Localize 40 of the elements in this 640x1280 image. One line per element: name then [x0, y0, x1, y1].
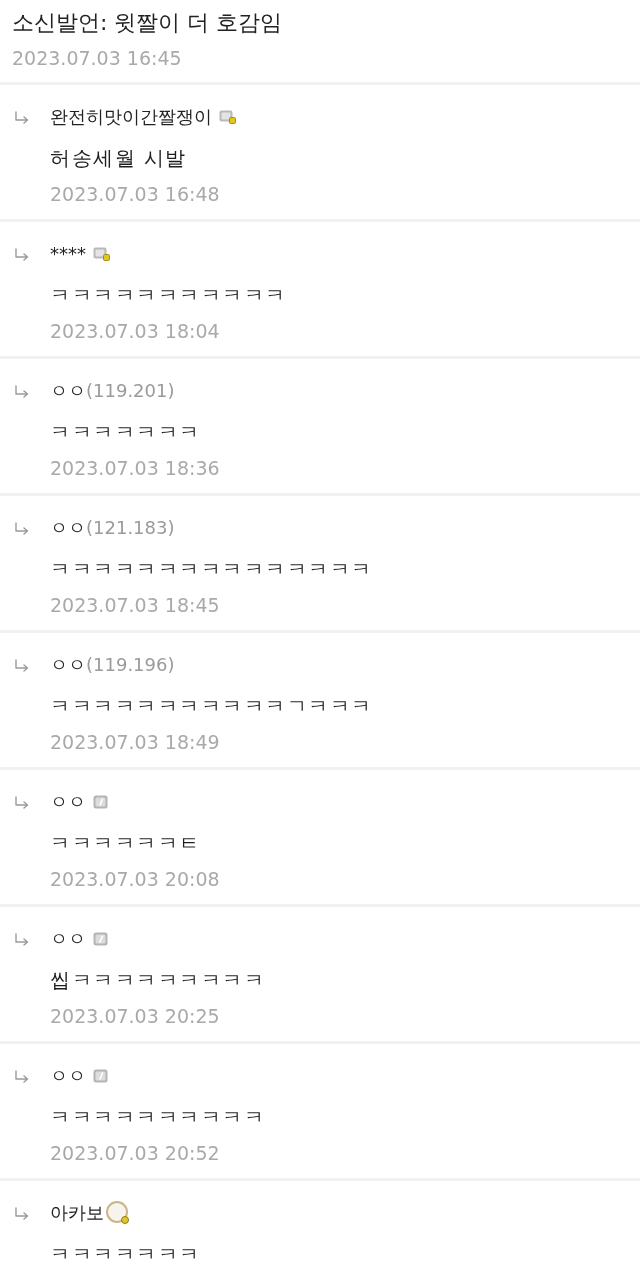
comment-nickname[interactable]: 아카보: [50, 1201, 104, 1225]
comment-date: 2023.07.03 20:08: [50, 867, 220, 891]
comment-nickname[interactable]: ㅇㅇ: [50, 379, 86, 403]
reply-arrow-icon: [14, 933, 30, 947]
post-title: 소신발언: 윗짤이 더 호감임: [12, 9, 283, 37]
reply-arrow-icon: [14, 522, 30, 536]
comment-date: 2023.07.03 20:52: [50, 1141, 220, 1165]
reply-arrow-icon: [14, 1070, 30, 1084]
comment-ip: (119.201): [86, 379, 175, 403]
comment-text: 씹ㅋㅋㅋㅋㅋㅋㅋㅋㅋ: [50, 967, 265, 993]
comment-nickname[interactable]: 완전히맛이간짤쟁이: [50, 105, 212, 129]
comment-text: ㅋㅋㅋㅋㅋㅋㅋ: [50, 1241, 201, 1267]
comment-date: 2023.07.03 20:25: [50, 1004, 220, 1028]
comment-nickname[interactable]: ㅇㅇ: [50, 653, 86, 677]
comment-date: 2023.07.03 18:04: [50, 319, 220, 343]
post-date: 2023.07.03 16:45: [12, 46, 182, 70]
comment-text: ㅋㅋㅋㅋㅋㅋㅋ: [50, 419, 201, 445]
comment-text: 허송세월 시발: [50, 145, 187, 171]
comment-text: ㅋㅋㅋㅋㅋㅋㅋㅋㅋㅋ: [50, 1104, 265, 1130]
comment-nickname[interactable]: ****: [50, 242, 86, 266]
comment-date: 2023.07.03 18:36: [50, 456, 220, 480]
comment-ip: (121.183): [86, 516, 175, 540]
comment-text: ㅋㅋㅋㅋㅋㅋㅋㅋㅋㅋㅋ: [50, 282, 287, 308]
reply-arrow-icon: [14, 659, 30, 673]
comment-date: 2023.07.03 18:49: [50, 730, 220, 754]
comment-text: ㅋㅋㅋㅋㅋㅋㅋㅋㅋㅋㅋㄱㅋㅋㅋ: [50, 693, 373, 719]
comment-text: ㅋㅋㅋㅋㅋㅋㅋㅋㅋㅋㅋㅋㅋㅋㅋ: [50, 556, 373, 582]
reply-arrow-icon: [14, 385, 30, 399]
reply-arrow-icon: [14, 248, 30, 262]
comment-nickname[interactable]: ㅇㅇ: [50, 516, 86, 540]
comment-date: 2023.07.03 16:48: [50, 182, 220, 206]
comment-text: ㅋㅋㅋㅋㅋㅋㅌ: [50, 830, 201, 856]
comment-ip: (119.196): [86, 653, 175, 677]
comment-date: 2023.07.03 18:45: [50, 593, 220, 617]
reply-arrow-icon: [14, 796, 30, 810]
comment-nickname[interactable]: ㅇㅇ: [50, 790, 86, 814]
reply-arrow-icon: [14, 111, 30, 125]
reply-arrow-icon: [14, 1207, 30, 1221]
comment-nickname[interactable]: ㅇㅇ: [50, 927, 86, 951]
comment-nickname[interactable]: ㅇㅇ: [50, 1064, 86, 1088]
